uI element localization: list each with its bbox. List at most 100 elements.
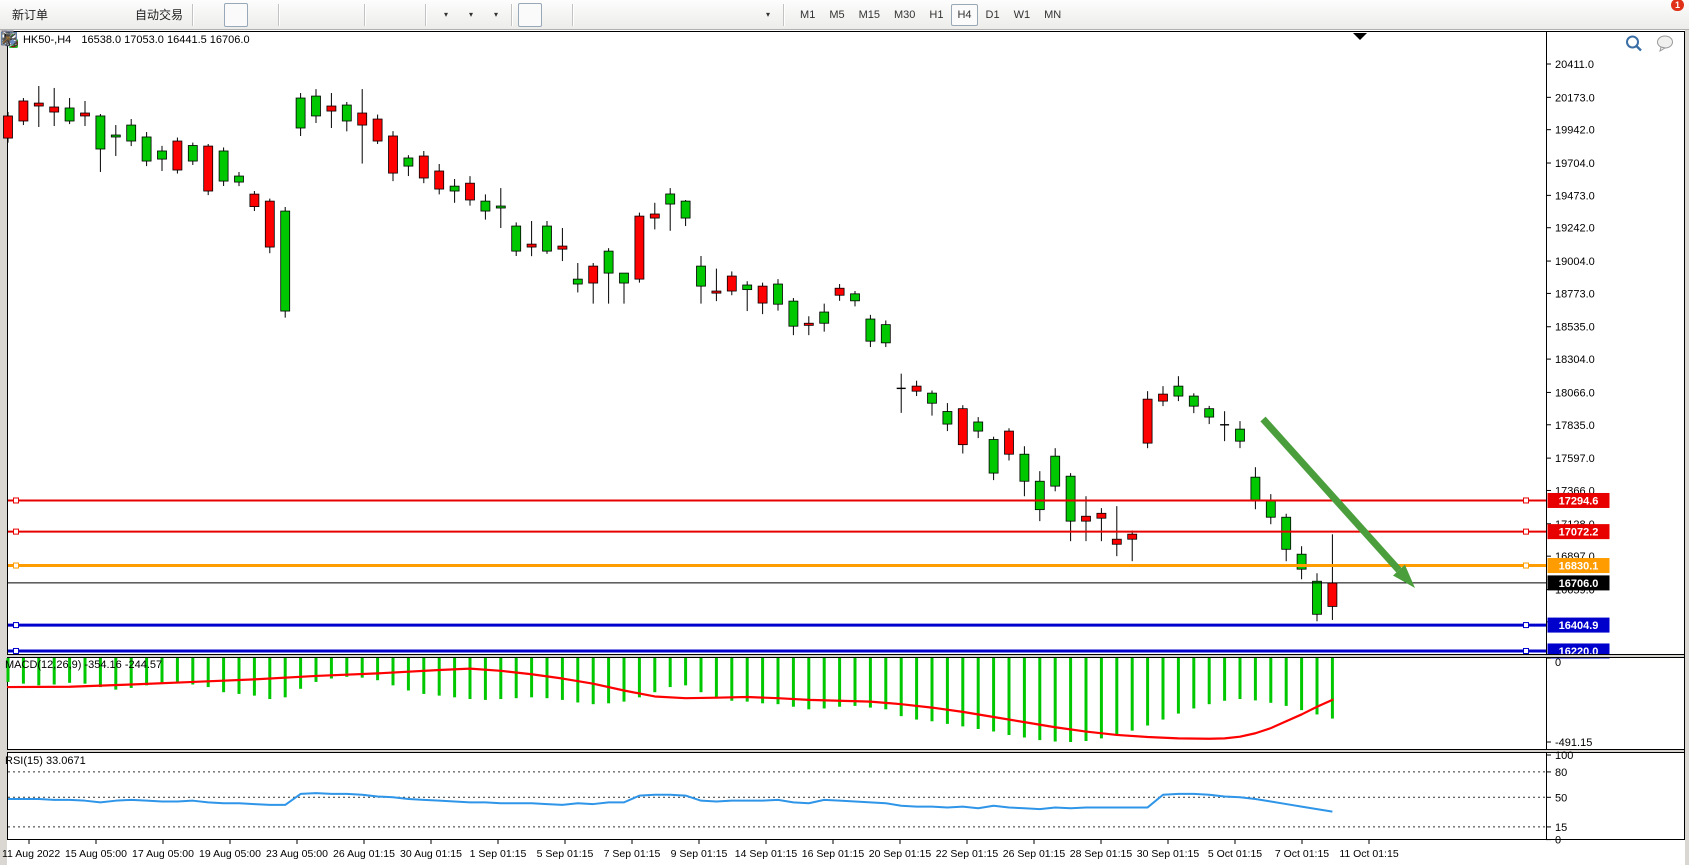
price-tick-label: 18304.0 bbox=[1555, 354, 1595, 366]
line-handle[interactable] bbox=[1524, 623, 1529, 628]
price-tick-label: 17835.0 bbox=[1555, 420, 1595, 432]
chart-title: ▼ HK50-,H4 16538.0 17053.0 16441.5 16706… bbox=[8, 34, 250, 46]
chart-background bbox=[0, 30, 1689, 865]
templates-button[interactable]: ▾ bbox=[482, 3, 506, 27]
toolbar: 新订单自动交易▾▾▾EFAT▾M1M5M15M30H1H4D1W1MN1 bbox=[0, 0, 1689, 30]
vertical-line-button[interactable] bbox=[579, 3, 603, 27]
time-tick-label: 5 Sep 01:15 bbox=[537, 848, 594, 860]
shift-end-button[interactable] bbox=[396, 3, 420, 27]
time-tick-label: 5 Oct 01:15 bbox=[1208, 848, 1262, 860]
chart-ohlc-values: 16538.0 17053.0 16441.5 16706.0 bbox=[81, 34, 249, 46]
time-tick-label: 7 Oct 01:15 bbox=[1275, 848, 1329, 860]
timeframe-m1-button[interactable]: M1 bbox=[794, 4, 821, 26]
timeframe-group: M1M5M15M30H1H4D1W1MN bbox=[794, 4, 1067, 26]
macd-min-label: -491.15 bbox=[1555, 737, 1592, 749]
tile-windows-button[interactable] bbox=[335, 3, 359, 27]
toolbar-right-icons: 1 bbox=[1623, 3, 1689, 27]
line-handle[interactable] bbox=[14, 623, 19, 628]
mt5-window: 新订单自动交易▾▾▾EFAT▾M1M5M15M30H1H4D1W1MN1 204… bbox=[0, 0, 1689, 865]
line-handle[interactable] bbox=[1524, 529, 1529, 534]
level-price-text: 16830.1 bbox=[1559, 561, 1599, 573]
line-handle[interactable] bbox=[14, 648, 19, 653]
bars-chart-button[interactable] bbox=[199, 3, 223, 27]
equidistant-channel-button[interactable]: E bbox=[654, 3, 678, 27]
chevron-down-icon: ▾ bbox=[469, 10, 473, 19]
search-button[interactable] bbox=[1623, 3, 1647, 27]
timeframe-d1-button[interactable]: D1 bbox=[980, 4, 1006, 26]
rsi-indicator-label: RSI(15) 33.0671 bbox=[5, 755, 86, 767]
trend-line-button[interactable] bbox=[629, 3, 653, 27]
timeframe-m15-button[interactable]: M15 bbox=[853, 4, 886, 26]
time-tick-label: 22 Sep 01:15 bbox=[936, 848, 999, 860]
price-tick-label: 20411.0 bbox=[1555, 59, 1594, 71]
timeframe-m5-button[interactable]: M5 bbox=[823, 4, 850, 26]
level-price-text: 17072.2 bbox=[1559, 527, 1599, 539]
text-button[interactable]: A bbox=[704, 3, 728, 27]
indicators-button[interactable]: ▾ bbox=[432, 3, 456, 27]
candles-chart-button[interactable] bbox=[224, 3, 248, 27]
panel-splitter[interactable] bbox=[7, 655, 1684, 657]
chart-symbol-period: HK50-,H4 bbox=[23, 34, 71, 46]
shapes-button[interactable]: ▾ bbox=[754, 3, 778, 27]
line-chart-button[interactable] bbox=[249, 3, 273, 27]
line-handle[interactable] bbox=[14, 498, 19, 503]
rsi-tick-label: 100 bbox=[1555, 750, 1573, 762]
line-handle[interactable] bbox=[14, 563, 19, 568]
price-tick-label: 19473.0 bbox=[1555, 190, 1595, 202]
cursor-button[interactable] bbox=[518, 3, 542, 27]
autotrade-label: 自动交易 bbox=[135, 6, 183, 23]
toolbar-separator bbox=[192, 4, 194, 26]
toolbar-separator bbox=[783, 4, 785, 26]
line-handle[interactable] bbox=[1524, 648, 1529, 653]
time-tick-label: 1 Sep 01:15 bbox=[470, 848, 527, 860]
time-tick-label: 16 Sep 01:15 bbox=[802, 848, 865, 860]
macd-indicator-label: MACD(12,26,9) -354.16 -244.57 bbox=[5, 659, 162, 671]
window-right-edge bbox=[1685, 30, 1689, 865]
horizontal-line-button[interactable] bbox=[604, 3, 628, 27]
macd-zero-label: 0 bbox=[1555, 657, 1561, 669]
window-left-edge bbox=[0, 30, 7, 865]
price-tick-label: 19004.0 bbox=[1555, 256, 1595, 268]
chevron-down-icon: ▾ bbox=[444, 10, 448, 19]
rsi-tick-label: 15 bbox=[1555, 822, 1567, 834]
autoscroll-button[interactable] bbox=[371, 3, 395, 27]
chat-button[interactable]: 1 bbox=[1655, 3, 1679, 27]
time-tick-label: 9 Sep 01:15 bbox=[671, 848, 728, 860]
timeframe-m30-button[interactable]: M30 bbox=[888, 4, 921, 26]
periods-button[interactable]: ▾ bbox=[457, 3, 481, 27]
panel-splitter[interactable] bbox=[7, 750, 1684, 752]
line-handle[interactable] bbox=[1524, 498, 1529, 503]
time-tick-label: 19 Aug 05:00 bbox=[199, 848, 261, 860]
chevron-down-icon: ▾ bbox=[494, 10, 498, 19]
signal-button[interactable] bbox=[103, 3, 127, 27]
timeframe-w1-button[interactable]: W1 bbox=[1008, 4, 1037, 26]
time-tick-label: 14 Sep 01:15 bbox=[735, 848, 798, 860]
new-order-button[interactable]: 新订单 bbox=[5, 3, 52, 27]
text-label-button[interactable]: T bbox=[729, 3, 753, 27]
rsi-tick-label: 80 bbox=[1555, 767, 1567, 779]
zoom-in-button[interactable] bbox=[285, 3, 309, 27]
price-tick-label: 18535.0 bbox=[1555, 322, 1595, 334]
fibonacci-button[interactable]: F bbox=[679, 3, 703, 27]
chart-canvas[interactable]: 20411.020173.019942.019704.019473.019242… bbox=[0, 30, 1689, 865]
timeframe-mn-button[interactable]: MN bbox=[1038, 4, 1067, 26]
line-handle[interactable] bbox=[1524, 563, 1529, 568]
price-tick-label: 18066.0 bbox=[1555, 387, 1595, 399]
market-watch-button[interactable] bbox=[78, 3, 102, 27]
time-tick-label: 26 Sep 01:15 bbox=[1003, 848, 1066, 860]
layers-button[interactable] bbox=[53, 3, 77, 27]
timeframe-h1-button[interactable]: H1 bbox=[923, 4, 949, 26]
time-tick-label: 17 Aug 05:00 bbox=[132, 848, 194, 860]
zoom-out-button[interactable] bbox=[310, 3, 334, 27]
toolbar-separator bbox=[425, 4, 427, 26]
time-tick-label: 30 Aug 01:15 bbox=[400, 848, 462, 860]
price-tick-label: 18773.0 bbox=[1555, 288, 1595, 300]
time-tick-label: 11 Aug 2022 bbox=[2, 848, 60, 860]
crosshair-button[interactable] bbox=[543, 3, 567, 27]
time-tick-label: 7 Sep 01:15 bbox=[604, 848, 661, 860]
time-tick-label: 11 Oct 01:15 bbox=[1339, 848, 1399, 860]
timeframe-h4-button[interactable]: H4 bbox=[951, 4, 977, 26]
autotrade-button[interactable]: 自动交易 bbox=[128, 3, 187, 27]
line-handle[interactable] bbox=[14, 529, 19, 534]
price-tick-label: 17597.0 bbox=[1555, 453, 1595, 465]
